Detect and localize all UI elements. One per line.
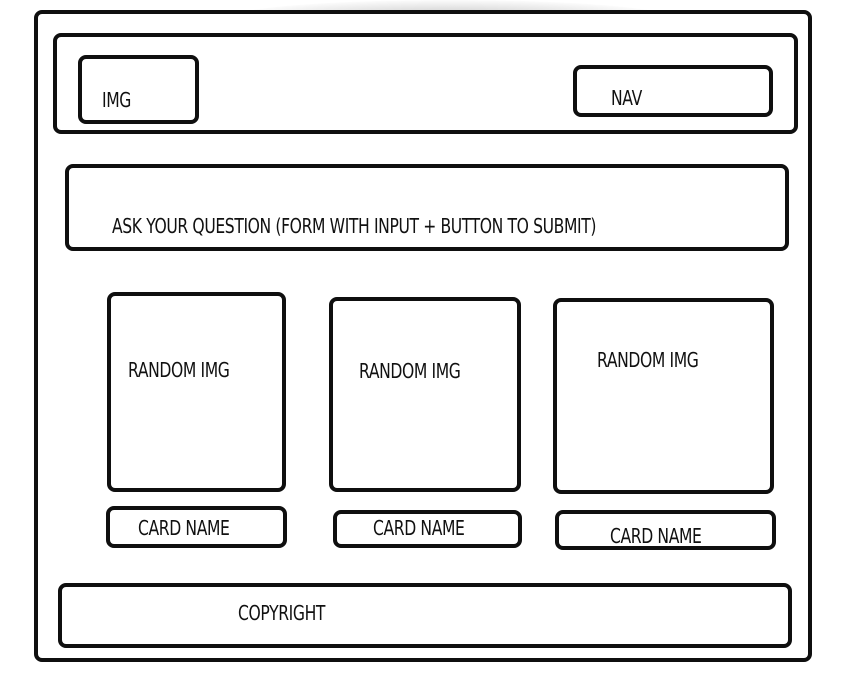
card-1-name[interactable]: CARD NAME	[106, 506, 287, 548]
card-2-image[interactable]: RANDOM IMG	[329, 297, 521, 492]
footer-box: COPYRIGHT	[58, 583, 792, 648]
footer-copyright-label: COPYRIGHT	[238, 601, 326, 625]
question-form[interactable]: ASK YOUR QUESTION (FORM WITH INPUT + BUT…	[65, 164, 789, 251]
logo-image-placeholder[interactable]: IMG	[78, 55, 199, 124]
question-form-label: ASK YOUR QUESTION (FORM WITH INPUT + BUT…	[112, 214, 597, 238]
card-3-image-label: RANDOM IMG	[597, 348, 699, 372]
card-2-image-label: RANDOM IMG	[359, 359, 461, 383]
logo-image-label: IMG	[102, 88, 131, 112]
card-1-name-label: CARD NAME	[138, 516, 230, 540]
card-3-image[interactable]: RANDOM IMG	[553, 298, 774, 494]
card-2-name[interactable]: CARD NAME	[333, 510, 522, 548]
card-3-name-label: CARD NAME	[610, 524, 702, 548]
card-3-name[interactable]: CARD NAME	[555, 510, 776, 550]
nav-label: NAV	[611, 86, 642, 110]
card-1-image[interactable]: RANDOM IMG	[107, 292, 286, 492]
card-1-image-label: RANDOM IMG	[128, 358, 230, 382]
card-2-name-label: CARD NAME	[373, 516, 465, 540]
nav-placeholder[interactable]: NAV	[573, 65, 773, 117]
